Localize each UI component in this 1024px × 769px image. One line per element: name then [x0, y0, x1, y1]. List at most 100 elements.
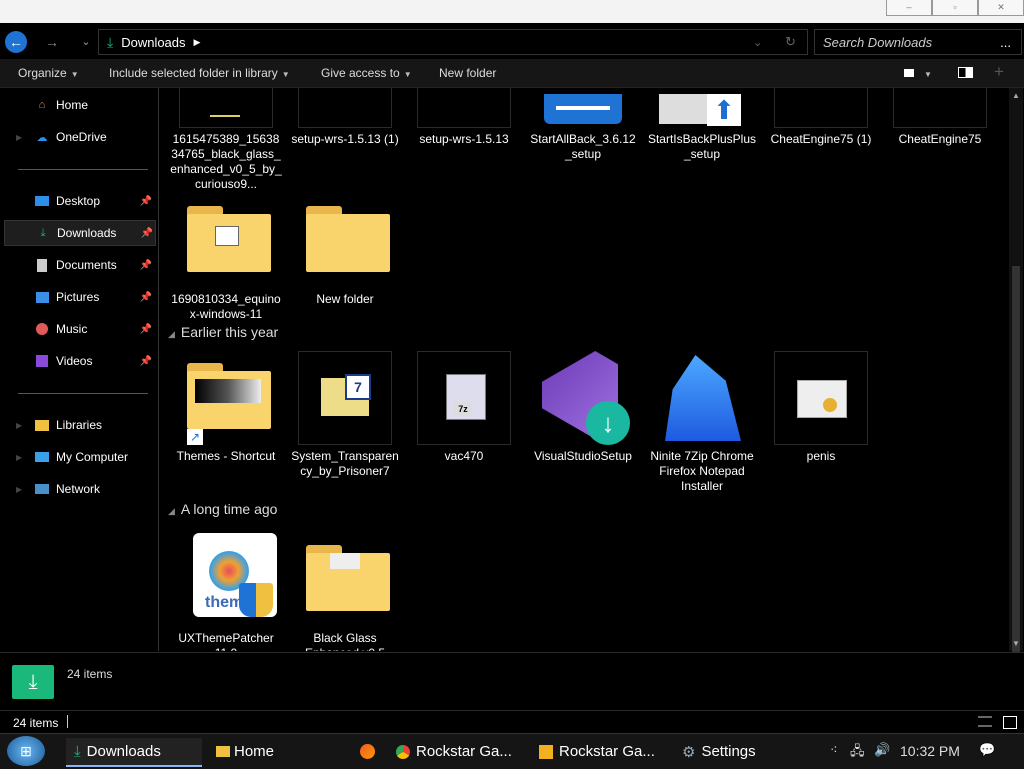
file-item[interactable]: 1690810334_equinox-windows-11 [170, 194, 282, 322]
show-hidden-icons[interactable]: ⁖ [830, 742, 838, 758]
search-box[interactable]: Search Downloads ... [814, 29, 1022, 55]
installer-icon [417, 88, 511, 128]
preview-pane-button[interactable] [958, 67, 973, 81]
view-icon [904, 69, 914, 77]
file-item[interactable]: CheatEngine75 [884, 88, 996, 147]
file-item[interactable]: StartAllBack_3.6.12_setup [527, 88, 639, 162]
back-button[interactable]: ← [5, 31, 27, 53]
address-dropdown-icon[interactable]: ⌄ [753, 36, 762, 49]
give-access-button[interactable]: Give access to ▼ [321, 66, 412, 80]
file-label: VisualStudioSetup [534, 449, 632, 463]
pin-icon[interactable]: 📌 [140, 260, 152, 271]
add-icon[interactable]: + [994, 62, 1004, 82]
chevron-down-icon: ⌄ [81, 36, 91, 48]
nav-item-music[interactable]: Music 📌 [4, 317, 154, 341]
details-view-icon[interactable] [978, 716, 992, 727]
scroll-down-icon[interactable]: ▼ [1012, 639, 1020, 648]
network-tray-icon[interactable]: 🖧 [850, 742, 865, 764]
nav-item-pictures[interactable]: Pictures 📌 [4, 285, 154, 309]
pin-icon[interactable]: 📌 [140, 196, 152, 207]
file-item[interactable]: ↓ VisualStudioSetup [527, 351, 639, 464]
nav-item-documents[interactable]: Documents 📌 [4, 253, 154, 277]
file-item[interactable]: penis [765, 351, 877, 464]
nav-item-my-computer[interactable]: ▶ My Computer [4, 445, 154, 469]
pin-icon[interactable]: 📌 [140, 356, 152, 367]
recent-locations-button[interactable]: ⌄ [75, 31, 97, 53]
nav-item-onedrive[interactable]: ▶ ☁ OneDrive [4, 125, 154, 149]
nav-item-desktop[interactable]: Desktop 📌 [4, 189, 154, 213]
volume-icon[interactable]: 🔊 [874, 742, 890, 758]
file-item[interactable]: setup-wrs-1.5.13 [408, 88, 520, 147]
nav-item-home[interactable]: ⌂ Home [4, 93, 154, 117]
view-button[interactable]: ▼ [904, 66, 932, 80]
address-bar[interactable]: ⤓ Downloads ▶ ⌄ ↻ [98, 29, 808, 55]
file-item[interactable]: 7 System_Transparency_by_Prisoner7 [289, 351, 401, 479]
nav-item-network[interactable]: ▶ Network [4, 477, 154, 501]
nav-label: Videos [56, 354, 93, 368]
file-item[interactable]: 7z vac470 [408, 351, 520, 464]
file-item[interactable]: ⬆ StartIsBackPlusPlus_setup [646, 88, 758, 162]
scroll-up-icon[interactable]: ▲ [1012, 91, 1020, 100]
image-thumbnail-icon [179, 88, 273, 128]
video-icon [34, 354, 50, 368]
minimize-button[interactable]: ‒ [886, 0, 932, 16]
folder-icon [179, 194, 273, 288]
include-folder-label: Include selected folder in library [109, 66, 278, 80]
forward-button[interactable]: → [41, 31, 63, 53]
file-item[interactable]: New folder [289, 194, 401, 307]
organize-label: Organize [18, 66, 67, 80]
organize-button[interactable]: Organize ▼ [18, 66, 79, 80]
maximize-button[interactable]: ▫ [932, 0, 978, 16]
expand-chevron-icon: ▶ [16, 452, 23, 462]
close-button[interactable]: ✕ [978, 0, 1024, 16]
refresh-icon[interactable]: ↻ [785, 34, 796, 50]
group-header-long-ago[interactable]: ◢ A long time ago [168, 501, 277, 517]
nav-item-downloads[interactable]: ⤓ Downloads 📌 [4, 220, 156, 246]
program-icon: 7z [417, 351, 511, 445]
address-row: ← → ⌄ ⤓ Downloads ▶ ⌄ ↻ Search Downloads… [0, 23, 1024, 59]
pin-icon[interactable]: 📌 [141, 228, 153, 239]
taskbar: ⊞ ⤓ Downloads Home Rockstar Ga... Rocksta… [0, 733, 1024, 769]
search-input[interactable]: Search Downloads [823, 35, 932, 50]
group-header-earlier[interactable]: ◢ Earlier this year [168, 324, 278, 340]
library-icon [34, 418, 50, 432]
taskbar-item-rockstar-chrome[interactable]: Rockstar Ga... [390, 738, 528, 765]
home-icon: ⌂ [38, 99, 46, 111]
file-item[interactable]: 1615475389_1563834765_black_glass_enhanc… [170, 88, 282, 192]
large-icons-view-icon[interactable] [1003, 716, 1017, 729]
vertical-scrollbar[interactable]: ▲ ▼ [1009, 88, 1023, 722]
file-item[interactable]: Black Glass Enhanced v0.5 [289, 533, 401, 651]
taskbar-item-downloads[interactable]: ⤓ Downloads [66, 738, 202, 767]
nav-label: My Computer [56, 450, 129, 464]
pin-icon[interactable]: 📌 [140, 324, 152, 335]
pin-icon[interactable]: 📌 [140, 292, 152, 303]
new-folder-button[interactable]: New folder [439, 66, 496, 80]
taskbar-item-firefox[interactable] [356, 738, 380, 765]
breadcrumb-downloads[interactable]: Downloads [121, 35, 185, 50]
taskbar-item-rockstar-launcher[interactable]: Rockstar Ga... [533, 738, 671, 765]
breadcrumb-chevron-icon[interactable]: ▶ [194, 37, 201, 48]
give-access-label: Give access to [321, 66, 400, 80]
taskbar-item-home[interactable]: Home [210, 738, 340, 765]
more-icon[interactable]: ... [1000, 35, 1011, 50]
file-item[interactable]: ↗ Themes - Shortcut [170, 351, 282, 464]
task-label: Home [234, 743, 275, 760]
start-button[interactable]: ⊞ [7, 736, 45, 766]
nav-label: Downloads [57, 226, 117, 240]
firefox-icon [360, 744, 375, 759]
file-item[interactable]: Ninite 7Zip Chrome Firefox Notepad Insta… [646, 351, 758, 494]
nav-label: OneDrive [56, 130, 107, 144]
file-item[interactable]: CheatEngine75 (1) [765, 88, 877, 147]
clock[interactable]: 10:32 PM [900, 743, 960, 759]
file-item[interactable]: setup-wrs-1.5.13 (1) [289, 88, 401, 147]
include-folder-button[interactable]: Include selected folder in library ▼ [109, 66, 290, 80]
nav-label: Music [56, 322, 88, 336]
status-divider [67, 715, 68, 728]
task-label: Rockstar Ga... [416, 743, 512, 760]
notification-icon[interactable]: 💬 [979, 742, 995, 758]
nav-item-videos[interactable]: Videos 📌 [4, 349, 154, 373]
caret-down-icon: ▼ [403, 70, 412, 79]
taskbar-item-settings[interactable]: ⚙ Settings [676, 738, 786, 765]
file-item[interactable]: them UXThemePatcher 11.0 [170, 533, 282, 651]
nav-item-libraries[interactable]: ▶ Libraries [4, 413, 154, 437]
